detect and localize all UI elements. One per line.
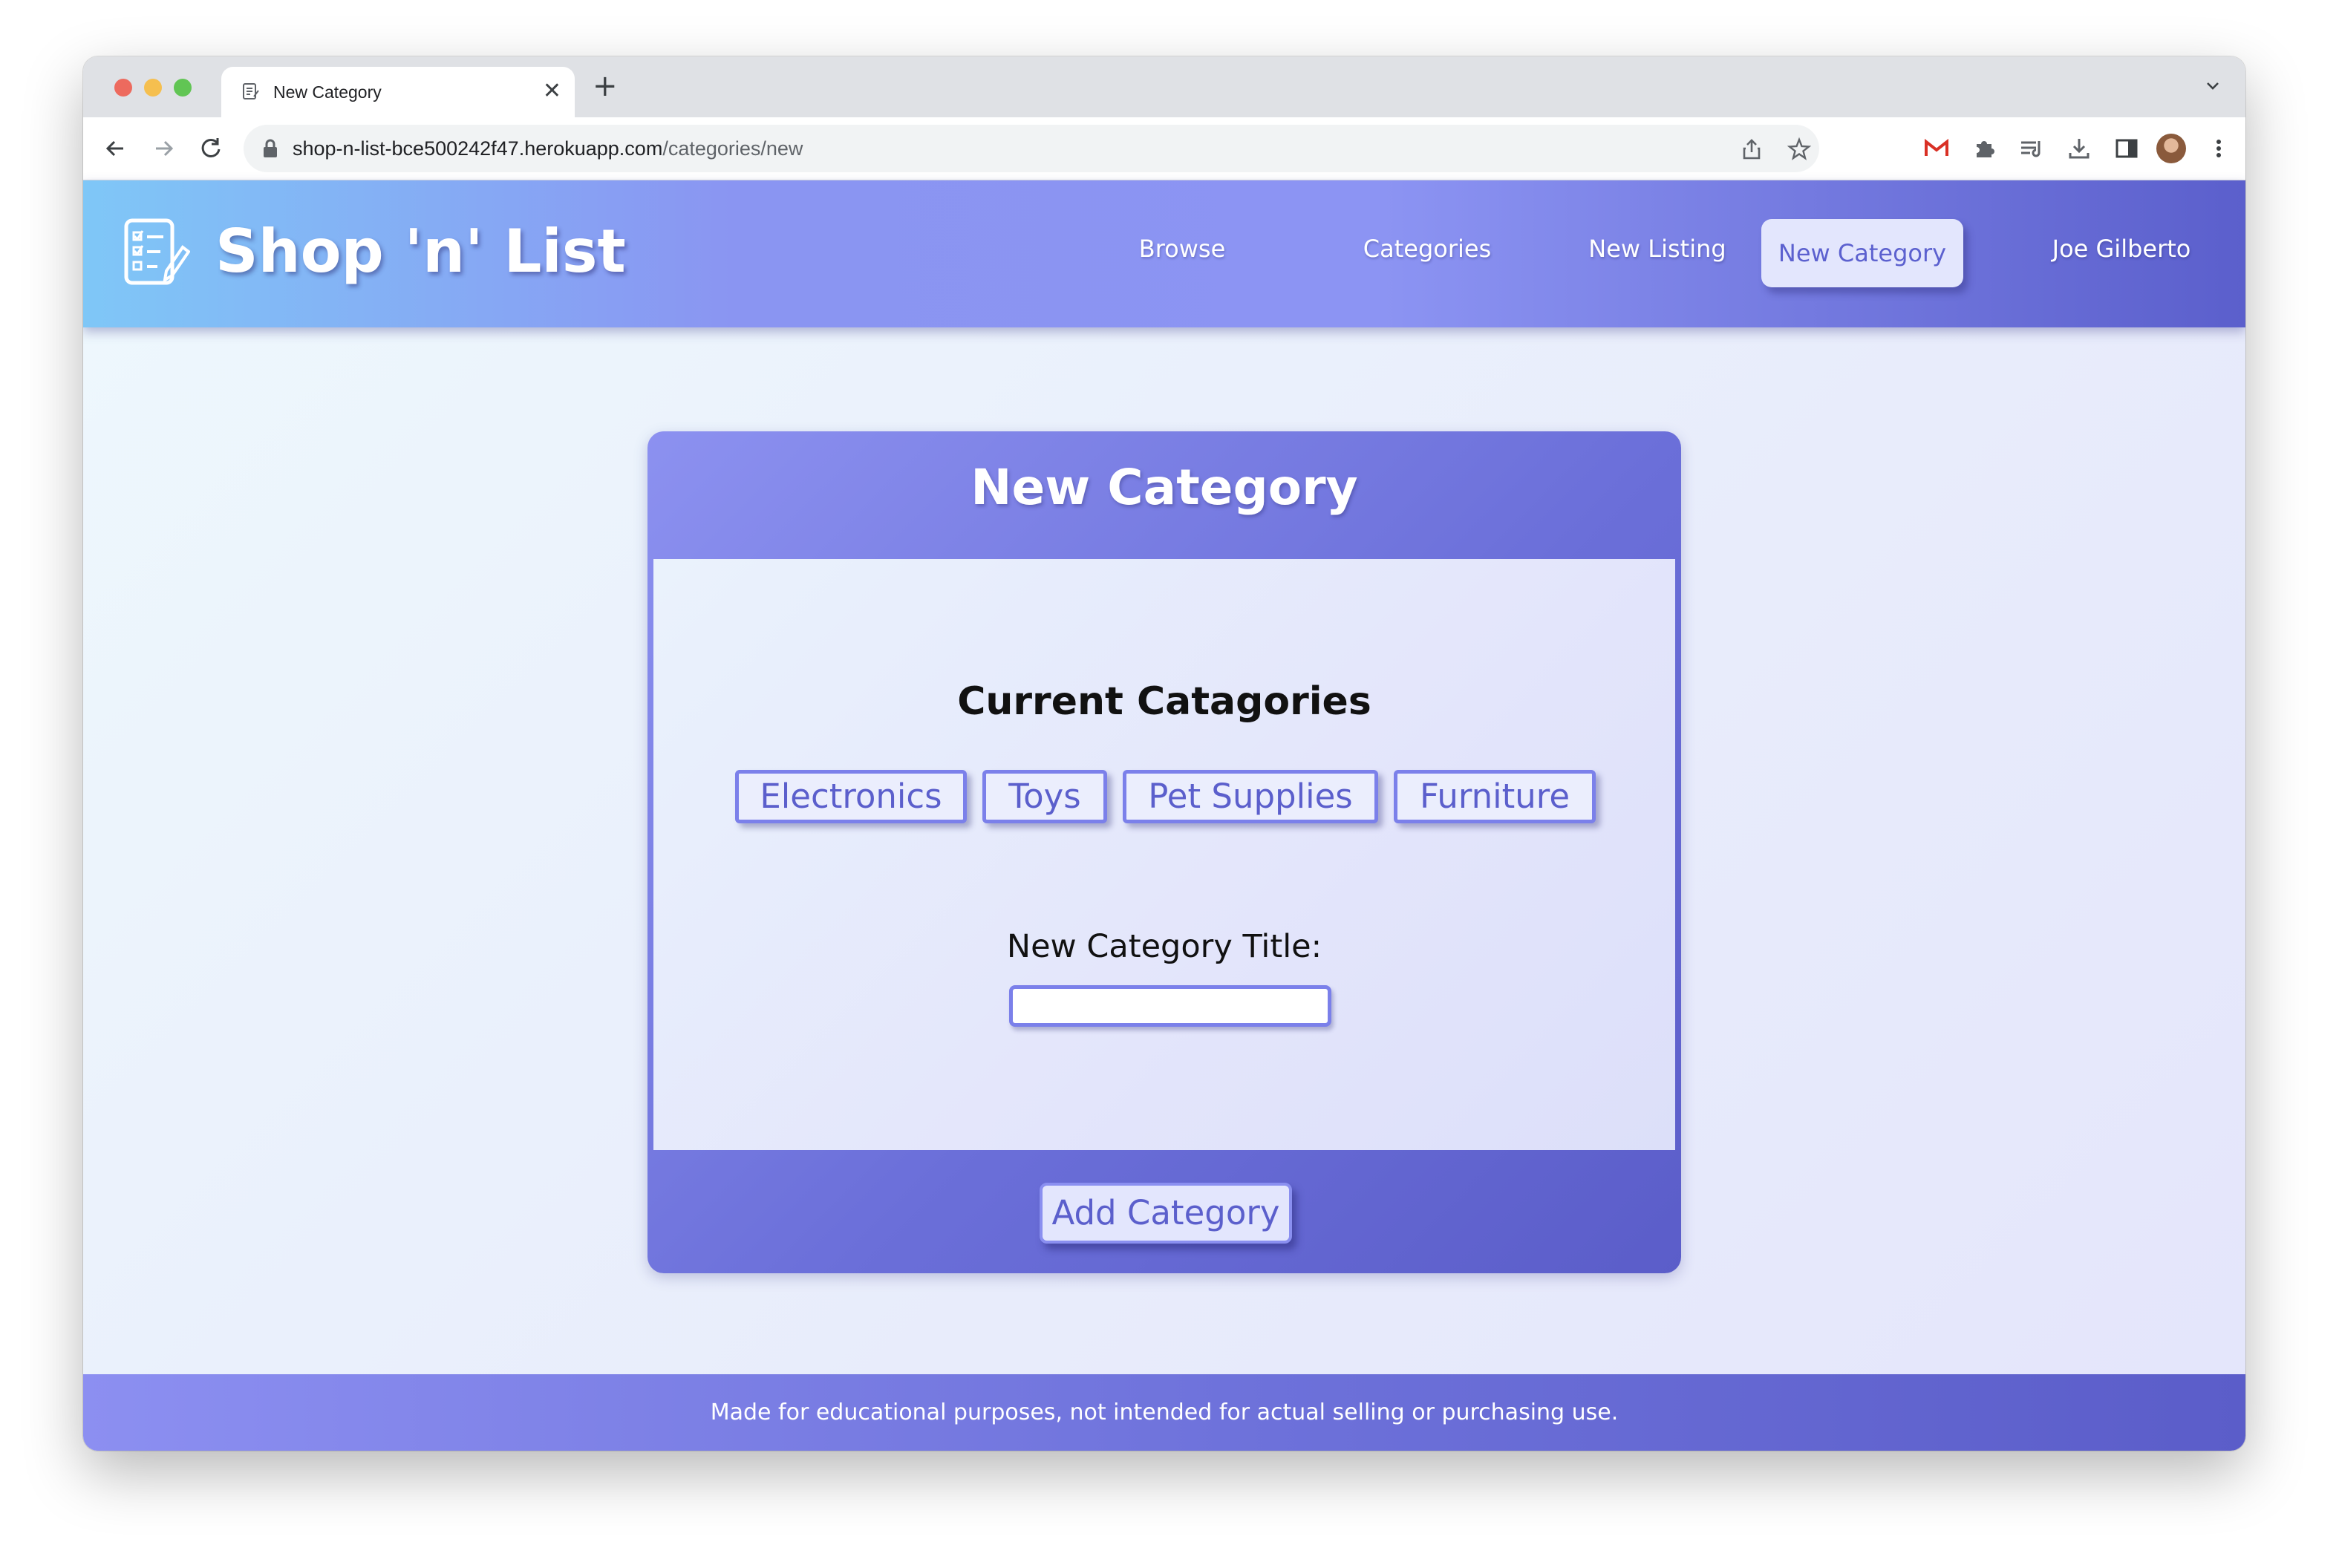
nav-browse[interactable]: Browse xyxy=(1108,234,1256,264)
reload-icon[interactable] xyxy=(195,132,227,165)
chevron-down-icon[interactable] xyxy=(2202,76,2223,97)
puzzle-icon[interactable] xyxy=(1971,135,1997,162)
arrow-left-icon[interactable] xyxy=(100,132,132,165)
add-category-button[interactable]: Add Category xyxy=(1040,1183,1292,1244)
category-chip-toys[interactable]: Toys xyxy=(982,770,1107,823)
star-icon[interactable] xyxy=(1787,137,1812,162)
browser-toolbar: shop-n-list-bce500242f47.herokuapp.com/c… xyxy=(83,117,2245,180)
profile-avatar[interactable] xyxy=(2156,134,2186,163)
card-title: New Category xyxy=(970,459,1358,516)
tab-close-button[interactable]: ✕ xyxy=(543,79,561,104)
nav-new-category-label: New Category xyxy=(1778,239,1947,267)
nav-new-category[interactable]: New Category xyxy=(1761,219,1963,287)
category-chip-electronics[interactable]: Electronics xyxy=(735,770,967,823)
document-icon xyxy=(243,83,259,99)
arrow-right-icon[interactable] xyxy=(147,132,180,165)
new-tab-button[interactable]: + xyxy=(593,71,618,101)
nav-new-listing[interactable]: New Listing xyxy=(1561,234,1754,264)
tab-title: New Category xyxy=(273,82,382,102)
tab-strip: New Category ✕ + xyxy=(83,56,2245,117)
card-body: Current Catagories Electronics Toys Pet … xyxy=(653,559,1675,1150)
current-categories-heading: Current Catagories xyxy=(957,679,1371,724)
share-icon[interactable] xyxy=(1739,137,1764,162)
browser-window: New Category ✕ + shop-n-list-bce500242f4… xyxy=(83,56,2245,1451)
site-brand[interactable]: Shop 'n' List xyxy=(215,215,626,289)
new-category-title-label: New Category Title: xyxy=(1006,928,1322,965)
page-content: Shop 'n' List Browse Categories New List… xyxy=(83,180,2245,1451)
download-icon[interactable] xyxy=(2066,135,2092,162)
browser-tab-active[interactable]: New Category ✕ xyxy=(221,67,575,117)
category-chip-furniture[interactable]: Furniture xyxy=(1394,770,1596,823)
site-footer: Made for educational purposes, not inten… xyxy=(83,1374,2245,1451)
url-text: shop-n-list-bce500242f47.herokuapp.com/c… xyxy=(293,137,803,160)
category-chip-pet-supplies[interactable]: Pet Supplies xyxy=(1123,770,1378,823)
site-header: Shop 'n' List Browse Categories New List… xyxy=(83,180,2245,327)
reading-list-icon[interactable] xyxy=(2018,135,2045,162)
minimize-window-button[interactable] xyxy=(144,79,162,97)
checklist-pencil-icon[interactable] xyxy=(122,215,190,289)
new-category-card: New Category Current Catagories Electron… xyxy=(647,431,1681,1273)
nav-categories[interactable]: Categories xyxy=(1331,234,1524,264)
footer-disclaimer: Made for educational purposes, not inten… xyxy=(710,1399,1619,1425)
maximize-window-button[interactable] xyxy=(174,79,192,97)
gmail-icon[interactable] xyxy=(1923,135,1950,162)
nav-user-account[interactable]: Joe Gilberto xyxy=(2014,234,2229,264)
address-bar[interactable]: shop-n-list-bce500242f47.herokuapp.com/c… xyxy=(244,125,1819,172)
close-window-button[interactable] xyxy=(114,79,132,97)
kebab-menu-icon[interactable] xyxy=(2205,135,2232,162)
new-category-title-input[interactable] xyxy=(1009,985,1331,1027)
side-panel-icon[interactable] xyxy=(2113,135,2140,162)
lock-icon[interactable] xyxy=(261,138,279,159)
